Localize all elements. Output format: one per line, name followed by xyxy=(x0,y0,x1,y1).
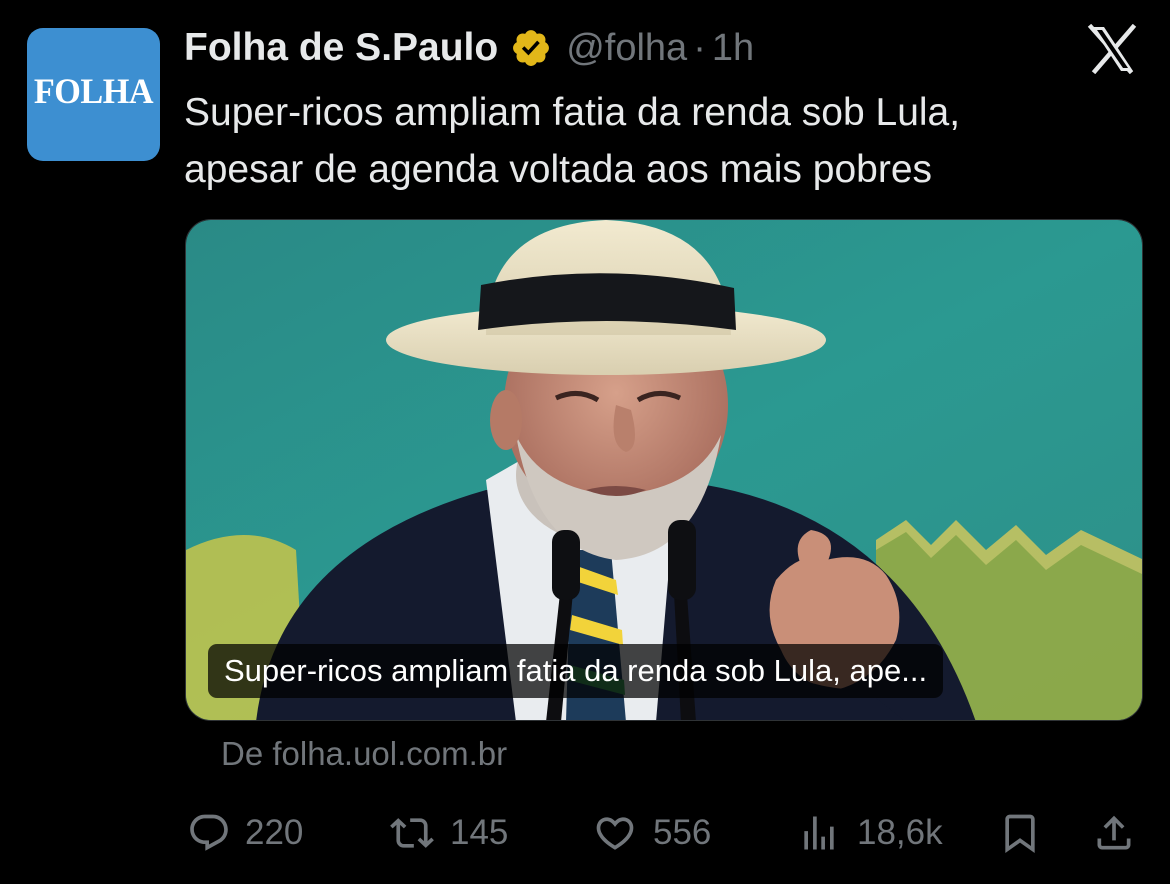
x-logo-icon xyxy=(1086,23,1138,75)
card-title: Super-ricos ampliam fatia da renda sob L… xyxy=(208,644,944,698)
action-bar: 220 145 556 18,6k xyxy=(0,805,1170,861)
tweet-header: Folha de S.Paulo @folha · 1h xyxy=(184,22,754,74)
share-icon xyxy=(1092,810,1136,856)
tweet-text-line-2: apesar de agenda voltada aos mais pobres xyxy=(184,148,933,191)
reply-button[interactable]: 220 xyxy=(187,805,303,861)
tweet-text-line-1: Super-ricos ampliam fatia da renda sob L… xyxy=(184,91,961,134)
reply-count: 220 xyxy=(245,813,304,852)
avatar-logo: FOLHA xyxy=(33,71,154,111)
link-card-image[interactable]: Super-ricos ampliam fatia da renda sob L… xyxy=(185,219,1143,721)
author-avatar[interactable]: FOLHA xyxy=(27,28,160,161)
repost-count: 145 xyxy=(450,813,509,852)
bookmark-button[interactable] xyxy=(998,805,1042,861)
verified-badge-icon[interactable] xyxy=(510,27,552,69)
views-icon xyxy=(797,811,841,855)
tweet[interactable]: FOLHA Folha de S.Paulo @folha · 1h Super… xyxy=(0,0,1170,884)
like-count: 556 xyxy=(653,813,712,852)
views-button[interactable]: 18,6k xyxy=(797,805,943,861)
tweet-text: Super-ricos ampliam fatia da renda sob L… xyxy=(184,84,1144,198)
bookmark-icon xyxy=(998,810,1042,856)
reply-icon xyxy=(187,811,231,855)
repost-button[interactable]: 145 xyxy=(386,805,508,861)
views-count: 18,6k xyxy=(857,813,943,852)
tweet-timestamp[interactable]: 1h xyxy=(712,27,754,70)
like-button[interactable]: 556 xyxy=(591,805,711,861)
separator-dot: · xyxy=(693,26,706,69)
author-handle[interactable]: @folha xyxy=(566,27,687,70)
share-button[interactable] xyxy=(1092,805,1136,861)
author-display-name[interactable]: Folha de S.Paulo xyxy=(184,26,498,70)
card-source-domain[interactable]: De folha.uol.com.br xyxy=(221,735,507,773)
repost-icon xyxy=(386,811,438,855)
heart-icon xyxy=(591,811,639,855)
